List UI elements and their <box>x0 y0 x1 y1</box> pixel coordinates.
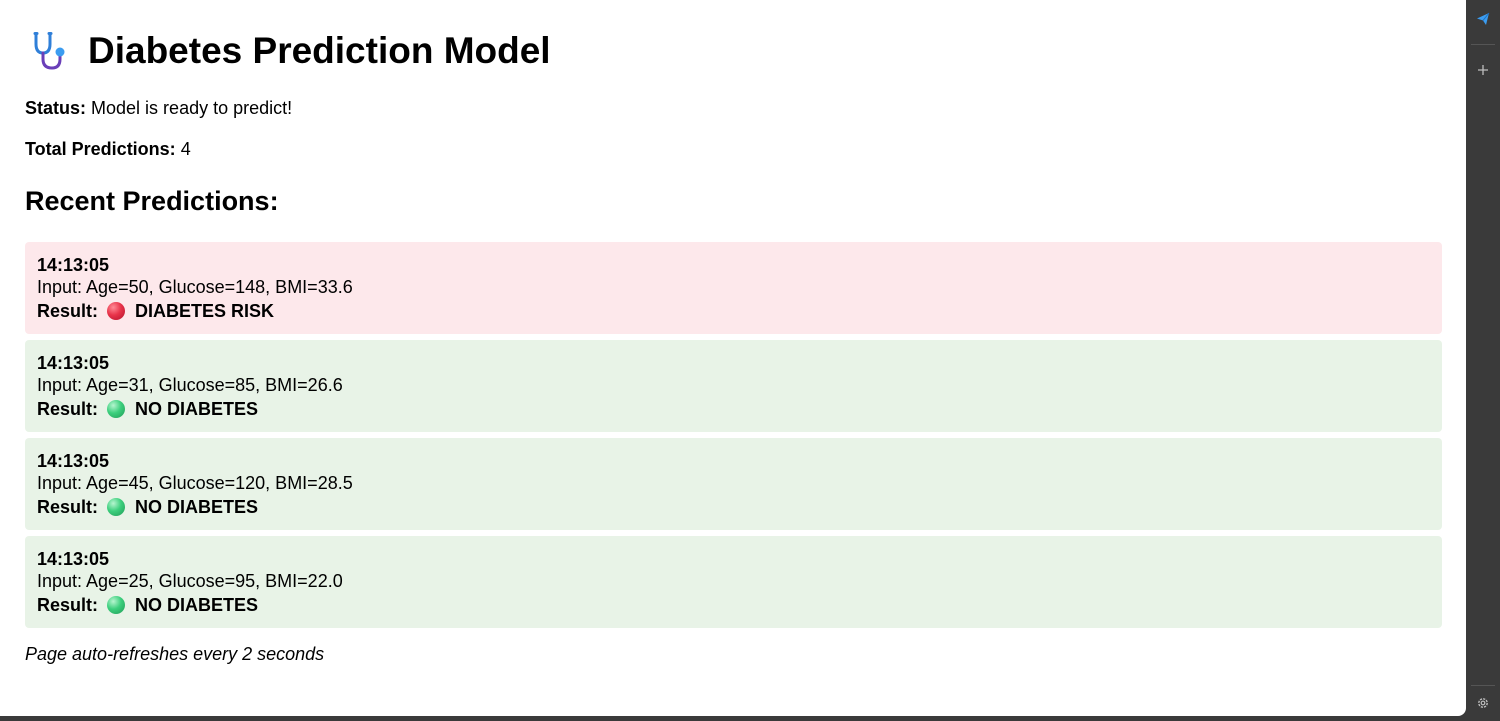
prediction-time: 14:13:05 <box>37 451 110 471</box>
status-line: Status: Model is ready to predict! <box>25 97 1443 119</box>
page-title: Diabetes Prediction Model <box>88 30 551 71</box>
prediction-card: 14:13:05 Input: Age=50, Glucose=148, BMI… <box>25 242 1442 334</box>
green-circle-icon <box>107 400 126 418</box>
plus-icon[interactable] <box>1466 58 1500 82</box>
prediction-input: Input: Age=25, Glucose=95, BMI=22.0 <box>37 571 343 591</box>
result-value: NO DIABETES <box>135 497 259 517</box>
recent-predictions-heading: Recent Predictions: <box>25 186 279 216</box>
status-value: Model is ready to predict! <box>91 98 293 118</box>
send-icon[interactable] <box>1466 7 1500 31</box>
result-label: Result: <box>37 595 99 615</box>
prediction-input: Input: Age=50, Glucose=148, BMI=33.6 <box>37 277 353 297</box>
result-value: NO DIABETES <box>135 399 259 419</box>
prediction-input: Input: Age=31, Glucose=85, BMI=26.6 <box>37 375 343 395</box>
prediction-time: 14:13:05 <box>37 549 110 569</box>
prediction-result: Result: NO DIABETES <box>37 494 1430 520</box>
main-content: Diabetes Prediction Model Status: Model … <box>25 28 1443 665</box>
page: Diabetes Prediction Model Status: Model … <box>0 0 1466 716</box>
sidebar-divider <box>1471 44 1495 45</box>
predictions-list: 14:13:05 Input: Age=50, Glucose=148, BMI… <box>25 242 1443 628</box>
prediction-input: Input: Age=45, Glucose=120, BMI=28.5 <box>37 473 353 493</box>
green-circle-icon <box>107 596 126 614</box>
prediction-result: Result: NO DIABETES <box>37 396 1430 422</box>
stethoscope-icon <box>27 28 75 74</box>
prediction-result: Result: NO DIABETES <box>37 592 1430 618</box>
total-predictions-value: 4 <box>180 139 191 159</box>
total-predictions-line: Total Predictions: 4 <box>25 138 1443 160</box>
prediction-result: Result: DIABETES RISK <box>37 298 1430 324</box>
green-circle-icon <box>107 498 126 516</box>
result-value: NO DIABETES <box>135 595 259 615</box>
sidebar-divider <box>1471 685 1495 686</box>
result-label: Result: <box>37 497 99 517</box>
status-label: Status: <box>25 98 87 118</box>
prediction-time: 14:13:05 <box>37 255 110 275</box>
prediction-card: 14:13:05 Input: Age=31, Glucose=85, BMI=… <box>25 340 1442 432</box>
total-predictions-label: Total Predictions: <box>25 139 176 159</box>
result-label: Result: <box>37 301 99 321</box>
red-circle-icon <box>107 302 126 320</box>
right-sidebar <box>1466 0 1500 721</box>
title-row: Diabetes Prediction Model <box>25 28 1443 74</box>
gear-icon[interactable] <box>1466 691 1500 715</box>
result-label: Result: <box>37 399 99 419</box>
prediction-time: 14:13:05 <box>37 353 110 373</box>
result-value: DIABETES RISK <box>135 301 275 321</box>
prediction-card: 14:13:05 Input: Age=45, Glucose=120, BMI… <box>25 438 1442 530</box>
prediction-card: 14:13:05 Input: Age=25, Glucose=95, BMI=… <box>25 536 1442 628</box>
auto-refresh-note: Page auto-refreshes every 2 seconds <box>25 644 325 664</box>
